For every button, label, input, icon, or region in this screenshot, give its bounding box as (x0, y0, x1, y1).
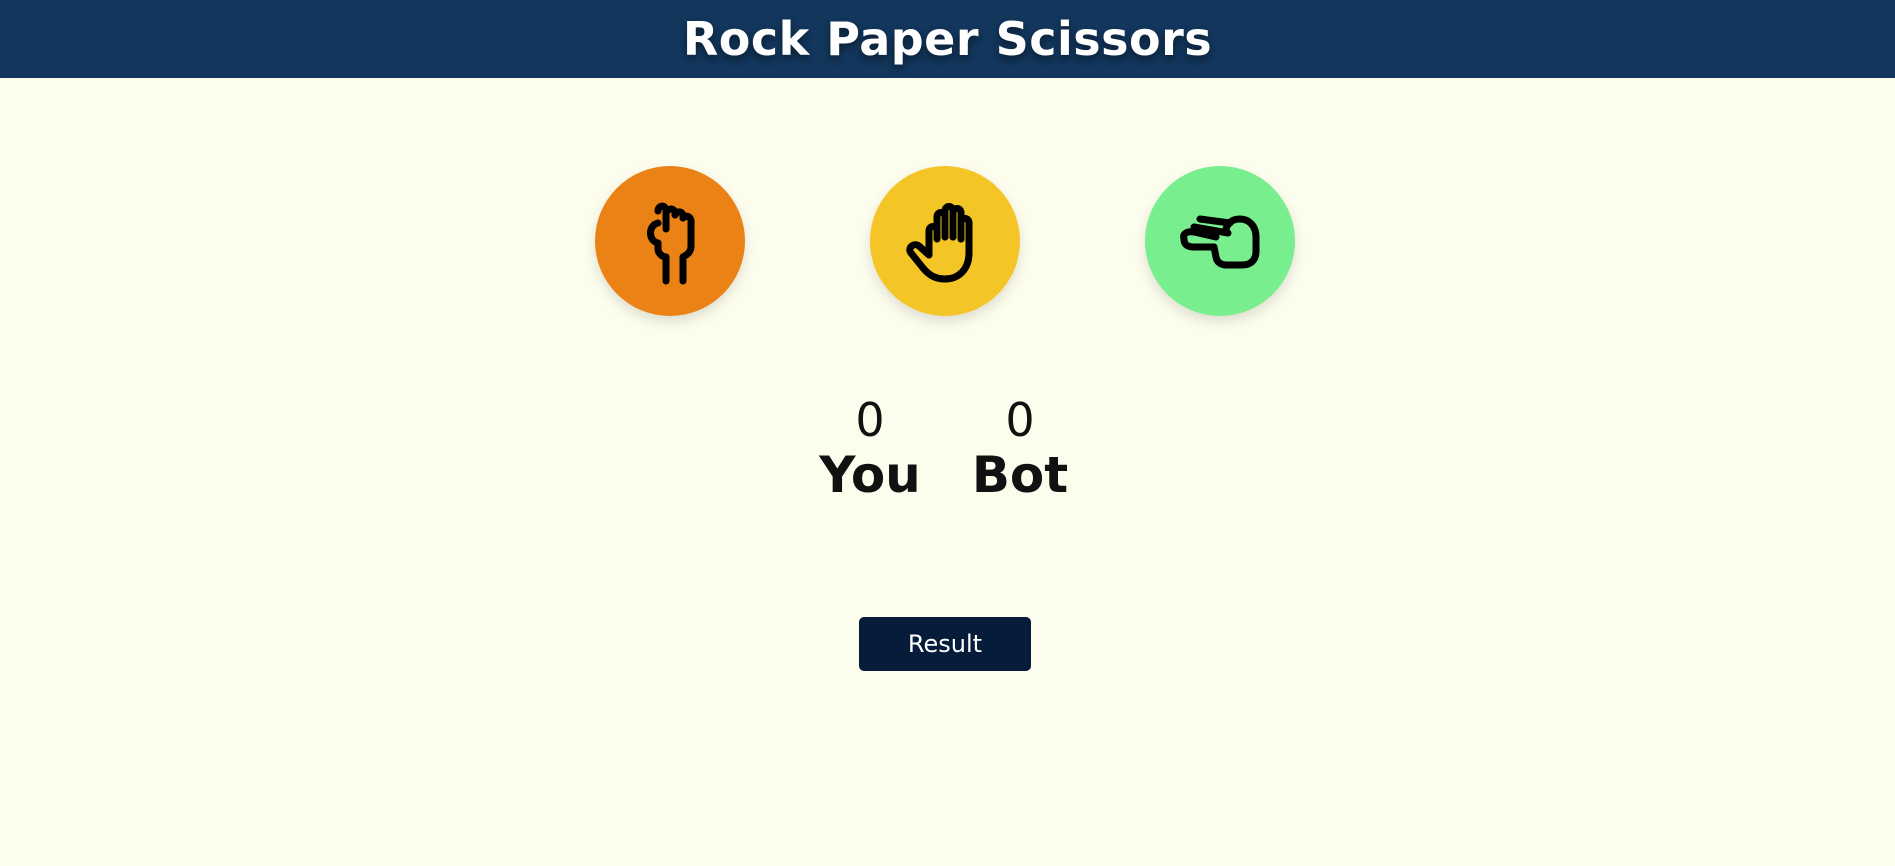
player-score-column: 0 You (790, 395, 950, 505)
bot-score: 0 (1005, 393, 1035, 447)
player-label: You (819, 446, 921, 504)
paper-choice-button[interactable] (870, 166, 1020, 316)
player-score: 0 (855, 393, 885, 447)
choice-row (0, 166, 1895, 316)
result-button[interactable]: Result (859, 617, 1031, 671)
scoreboard: 0 You 0 Bot (0, 395, 1895, 505)
bot-label: Bot (971, 446, 1069, 504)
rock-fist-icon (647, 202, 695, 285)
page-title: Rock Paper Scissors (682, 12, 1213, 66)
scissors-choice-button[interactable] (1145, 166, 1295, 316)
rock-choice-button[interactable] (595, 166, 745, 316)
bot-score-column: 0 Bot (940, 395, 1100, 505)
scissors-hand-icon (1180, 215, 1260, 269)
paper-hand-icon (906, 203, 973, 283)
app-header: Rock Paper Scissors (0, 0, 1895, 78)
